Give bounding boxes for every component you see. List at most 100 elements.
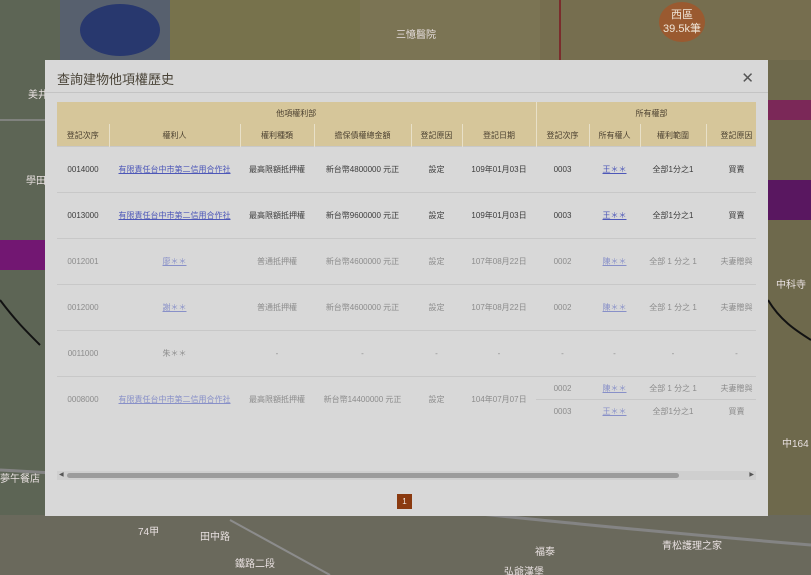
map-label: 中科寺 (776, 280, 806, 291)
registration-seq: 0012000 (57, 284, 109, 331)
owner-seq: 0003 (536, 146, 589, 193)
close-icon[interactable]: ✕ (741, 69, 754, 87)
table-row: 0012001 廖＊＊ 普通抵押權 新台幣4600000 元正 設定 107年08月22日… (57, 238, 756, 285)
column-header: 登記次序 (536, 124, 590, 147)
table-row: 0008000 有限責任台中市第二信用合作社 最高限額抵押權 新台幣14400000 … (57, 376, 756, 422)
cluster-name: 西區 (671, 9, 693, 21)
table-row: 0013000 有限責任台中市第二信用合作社 最高限額抵押權 新台幣9600000 元… (57, 192, 756, 239)
table-row: 0011000 朱＊＊ - - - - - - - - (57, 330, 756, 377)
ownership-reason: 夫妻贈與 (706, 284, 756, 331)
scroll-left-icon[interactable]: ◀ (59, 471, 64, 480)
owner-seq: 0003 (536, 192, 589, 239)
column-header: 所有權人 (589, 124, 641, 147)
ownership-scope: - (640, 330, 706, 377)
ownership-scope: 全部 1 分之 1 (640, 284, 706, 331)
cluster-count: 39.5k筆 (663, 23, 701, 35)
ownership-scope: 全部 1 分之 1 (640, 376, 706, 400)
rights-holder-link[interactable]: 謝＊＊ (163, 303, 187, 312)
owner-name-link[interactable]: 王＊＊ (603, 407, 627, 416)
rights-holder-link[interactable]: 有限責任台中市第二信用合作社 (119, 395, 231, 404)
modal-title: 查詢建物他項權歷史 (57, 72, 175, 87)
owner-name-link[interactable]: 陳＊＊ (603, 303, 627, 312)
map-label: 學田 (26, 176, 46, 187)
rights-type: 最高限額抵押權 (240, 146, 314, 193)
page-button-current[interactable]: 1 (397, 494, 412, 509)
ownership-reason: - (706, 330, 756, 377)
owner-seq: 0003 (536, 399, 589, 422)
ownership-reason: 買賣 (706, 399, 756, 422)
ownership-reason: 買賣 (706, 192, 756, 239)
map-label: 鐵路二段 (235, 559, 275, 570)
map-label: 福泰 (535, 547, 555, 558)
ownership-reason: 買賣 (706, 146, 756, 193)
rights-holder-link[interactable]: 有限責任台中市第二信用合作社 (119, 211, 231, 220)
ownership-scope: 全部 1 分之 1 (640, 238, 706, 285)
rights-table-container[interactable]: 他項權利部 所有權部 登記次序 權利人 權利種類 擔保債權總金額 登記原因 登記日期 登記次… (57, 102, 756, 480)
registration-seq: 0014000 (57, 146, 109, 193)
rights-type: 普通抵押權 (240, 238, 314, 285)
rights-holder: 有限責任台中市第二信用合作社 (109, 376, 240, 422)
secured-amount: 新台幣4600000 元正 (314, 284, 411, 331)
registration-reason: 設定 (411, 376, 462, 422)
table-row: 0014000 有限責任台中市第二信用合作社 最高限額抵押權 新台幣4800000 元… (57, 146, 756, 193)
registration-date: - (462, 330, 536, 377)
owner-name-link[interactable]: 陳＊＊ (603, 257, 627, 266)
column-header: 權利種類 (240, 124, 315, 147)
owner-seq: 0002 (536, 238, 589, 285)
scrollbar-thumb[interactable] (67, 473, 679, 478)
rights-holder: 有限責任台中市第二信用合作社 (109, 192, 240, 239)
table-row: 0012000 謝＊＊ 普通抵押權 新台幣4600000 元正 設定 107年08月22日… (57, 284, 756, 331)
ownership-reason: 夫妻贈與 (706, 238, 756, 285)
ownership-reason: 夫妻贈與 (706, 376, 756, 400)
registration-seq: 0013000 (57, 192, 109, 239)
owner-name: 王＊＊ (589, 146, 640, 193)
registration-seq: 0011000 (57, 330, 109, 377)
owner-name: 王＊＊ (589, 192, 640, 239)
rights-holder-link[interactable]: 廖＊＊ (163, 257, 187, 266)
map-label: 74甲 (138, 527, 160, 538)
map-label: 青松護理之家 (662, 541, 722, 552)
owner-seq: 0002 (536, 376, 589, 400)
owner-name: 陳＊＊ (589, 376, 640, 400)
ownership-scope: 全部1分之1 (640, 399, 706, 422)
scroll-right-icon[interactable]: ▶ (749, 471, 754, 480)
registration-seq: 0012001 (57, 238, 109, 285)
group-header-ownership: 所有權部 (536, 102, 756, 124)
map-cluster-marker[interactable]: 西區 39.5k筆 (659, 2, 705, 42)
registration-date: 104年07月07日 (462, 376, 536, 422)
owner-name-link[interactable]: 王＊＊ (603, 211, 627, 220)
column-header: 登記原因 (706, 124, 756, 147)
column-header: 權利範圍 (640, 124, 707, 147)
map-label: 三憶醫院 (396, 30, 436, 41)
registration-date: 107年08月22日 (462, 238, 536, 285)
owner-name-link[interactable]: 王＊＊ (603, 165, 627, 174)
registration-reason: 設定 (411, 238, 462, 285)
owner-name-link[interactable]: 陳＊＊ (603, 384, 627, 393)
rights-holder-link[interactable]: 有限責任台中市第二信用合作社 (119, 165, 231, 174)
rights-type: 普通抵押權 (240, 284, 314, 331)
group-header-other-rights: 他項權利部 (57, 102, 537, 124)
history-modal: 查詢建物他項權歷史 ✕ 他項權利部 所有權部 登記次序 權利人 權利種類 擔保債權總金… (45, 60, 768, 516)
horizontal-scrollbar[interactable]: ◀ ▶ (57, 471, 756, 480)
column-header: 擔保債權總金額 (314, 124, 412, 147)
owner-name: 王＊＊ (589, 399, 640, 422)
secured-amount: 新台幣4800000 元正 (314, 146, 411, 193)
map-label: 夢午餐店 (0, 474, 40, 485)
rights-table: 他項權利部 所有權部 登記次序 權利人 權利種類 擔保債權總金額 登記原因 登記日期 登記次… (57, 102, 756, 422)
map-label: 弘爺漢堡 (504, 567, 544, 575)
column-header: 登記原因 (411, 124, 463, 147)
registration-reason: - (411, 330, 462, 377)
registration-date: 109年01月03日 (462, 192, 536, 239)
registration-reason: 設定 (411, 192, 462, 239)
registration-seq: 0008000 (57, 376, 109, 422)
secured-amount: 新台幣4600000 元正 (314, 238, 411, 285)
rights-holder: 謝＊＊ (109, 284, 240, 331)
registration-reason: 設定 (411, 284, 462, 331)
map-label: 中164 (782, 439, 809, 450)
column-header: 登記次序 (57, 124, 110, 147)
rights-holder: 有限責任台中市第二信用合作社 (109, 146, 240, 193)
owner-seq: - (536, 330, 589, 377)
secured-amount: - (314, 330, 411, 377)
rights-type: - (240, 330, 314, 377)
title-divider (45, 92, 768, 93)
